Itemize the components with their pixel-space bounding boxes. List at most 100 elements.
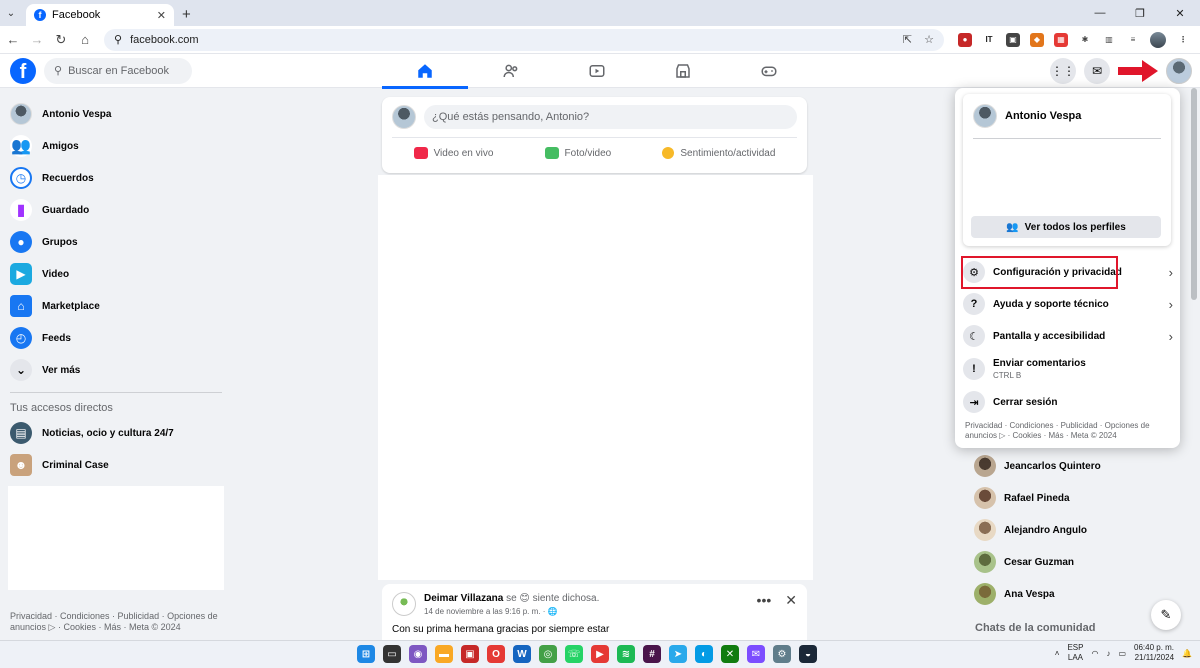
menu-item-help-support[interactable]: ? Ayuda y soporte técnico › <box>963 289 1173 319</box>
browser-tab[interactable]: f Facebook ✕ <box>26 4 174 26</box>
marketplace-icon: ⌂ <box>10 295 32 317</box>
sidebar-item-profile[interactable]: Antonio Vespa <box>0 98 230 130</box>
copilot-icon[interactable]: ◉ <box>409 645 427 663</box>
sidebar-item-memories[interactable]: ◷ Recuerdos <box>0 162 230 194</box>
contact-item[interactable]: Jeancarlos Quintero <box>962 450 1182 482</box>
more-options-icon[interactable]: ••• <box>757 592 772 609</box>
tab-home[interactable] <box>382 54 468 89</box>
tab-marketplace[interactable] <box>640 54 726 88</box>
composer-input[interactable]: ¿Qué estás pensando, Antonio? <box>424 105 797 129</box>
see-all-profiles-button[interactable]: 👥 Ver todos los perfiles <box>971 216 1161 238</box>
messenger-icon[interactable]: ✉ <box>1084 58 1110 84</box>
menu-grid-icon[interactable]: ⋮⋮ <box>1050 58 1076 84</box>
facebook-logo[interactable]: f <box>10 57 36 84</box>
close-window-icon[interactable]: ✕ <box>1160 0 1200 26</box>
new-message-button[interactable]: ✎ <box>1151 600 1181 630</box>
menu-item-display-accessibility[interactable]: ☾ Pantalla y accesibilidad › <box>963 321 1173 351</box>
feeling-button[interactable]: Sentimiento/actividad <box>662 147 775 159</box>
app-icon[interactable]: ▣ <box>461 645 479 663</box>
battery-icon[interactable]: ▭ <box>1118 649 1126 658</box>
menu-item-logout[interactable]: ⇥ Cerrar sesión <box>963 387 1173 417</box>
shortcut-item[interactable]: ☻ Criminal Case <box>0 449 230 481</box>
sidebar-item-saved[interactable]: ▮ Guardado <box>0 194 230 226</box>
post-author[interactable]: Deimar Villazana <box>424 593 503 604</box>
windows-start-icon[interactable]: ⊞ <box>357 645 375 663</box>
menu-item-feedback[interactable]: ! Enviar comentarios CTRL B <box>963 353 1173 385</box>
xbox-icon[interactable]: ✕ <box>721 645 739 663</box>
app-icon[interactable]: W <box>513 645 531 663</box>
language-indicator[interactable]: ESP LAA <box>1067 643 1083 663</box>
settings-icon[interactable]: ⚙ <box>773 645 791 663</box>
contact-item[interactable]: Cesar Guzman <box>962 546 1182 578</box>
wifi-icon[interactable]: ◠ <box>1091 649 1098 658</box>
tab-search-icon[interactable]: ⌄ <box>0 2 22 24</box>
sidebar-item-groups[interactable]: ● Grupos <box>0 226 230 258</box>
metamask-icon[interactable]: ◆ <box>1030 32 1044 47</box>
maximize-icon[interactable]: ❐ <box>1120 0 1160 26</box>
search-input[interactable]: ⚲ Buscar en Facebook <box>44 57 192 84</box>
site-info-icon[interactable]: ⚲ <box>114 33 122 46</box>
side-panel-icon[interactable]: ▥ <box>1102 32 1116 47</box>
browser-profile-avatar[interactable] <box>1150 31 1166 48</box>
menu-item-label: Cerrar sesión <box>993 396 1058 408</box>
install-app-icon[interactable]: ⇱ <box>903 33 912 46</box>
photo-video-button[interactable]: Foto/video <box>544 147 611 159</box>
contact-item[interactable]: Alejandro Angulo <box>962 514 1182 546</box>
shortcut-item[interactable]: ▤ Noticias, ocio y cultura 24/7 <box>0 417 230 449</box>
tab-friends[interactable] <box>468 54 554 88</box>
home-icon[interactable]: ⌂ <box>74 32 96 47</box>
live-video-button[interactable]: Video en vivo <box>413 147 494 159</box>
scrollbar[interactable] <box>1191 88 1197 300</box>
whatsapp-icon[interactable]: ☏ <box>565 645 583 663</box>
browser-menu-icon[interactable]: ⋮ <box>1176 32 1190 47</box>
media-icon[interactable]: ≡ <box>1126 32 1140 47</box>
extension-icon[interactable]: ▦ <box>1054 32 1068 47</box>
reload-icon[interactable]: ↻ <box>50 32 72 48</box>
file-explorer-icon[interactable]: ▬ <box>435 645 453 663</box>
volume-icon[interactable]: ♪ <box>1106 649 1110 658</box>
notifications-icon[interactable]: 🔔 <box>1182 649 1192 658</box>
bookmark-star-icon[interactable]: ☆ <box>924 33 934 46</box>
new-tab-button[interactable]: + <box>182 6 191 23</box>
slack-icon[interactable]: # <box>643 645 661 663</box>
window-controls: — ❐ ✕ <box>1080 0 1200 26</box>
task-view-icon[interactable]: ▭ <box>383 645 401 663</box>
spotify-icon[interactable]: ≋ <box>617 645 635 663</box>
extension-icon[interactable]: ● <box>958 32 972 47</box>
community-chats-heading: Chats de la comunidad <box>975 622 1096 634</box>
sidebar-item-marketplace[interactable]: ⌂ Marketplace <box>0 290 230 322</box>
tab-close-icon[interactable]: ✕ <box>157 9 166 22</box>
tab-gaming[interactable] <box>726 54 812 88</box>
chevron-up-icon[interactable]: ˄ <box>1055 649 1060 658</box>
minimize-icon[interactable]: — <box>1080 0 1120 26</box>
shortcut-hint: CTRL B <box>993 371 1022 380</box>
address-bar[interactable]: ⚲ facebook.com ⇱ ☆ <box>104 28 944 51</box>
divider <box>10 392 222 393</box>
back-icon[interactable]: ← <box>2 32 24 47</box>
extensions-puzzle-icon[interactable]: ✱ <box>1078 32 1092 47</box>
sidebar-item-video[interactable]: ▶ Video <box>0 258 230 290</box>
post-time[interactable]: 14 de noviembre a las 9:16 p. m. · <box>424 607 548 616</box>
contact-item[interactable]: Rafael Pineda <box>962 482 1182 514</box>
account-avatar-button[interactable] <box>1166 58 1192 84</box>
forward-icon[interactable]: → <box>26 32 48 47</box>
sidebar-item-friends[interactable]: 👥 Amigos <box>0 130 230 162</box>
contact-item[interactable]: Ana Vespa <box>962 578 1182 610</box>
chrome-icon[interactable]: ◎ <box>539 645 557 663</box>
extension-icon[interactable]: IT <box>982 32 996 47</box>
action-label: Video en vivo <box>433 147 494 159</box>
clock[interactable]: 06:40 p. m. 21/11/2024 <box>1134 643 1174 663</box>
tab-video[interactable] <box>554 54 640 88</box>
avatar[interactable] <box>392 592 416 616</box>
steam-icon[interactable]: ◒ <box>799 645 817 663</box>
opera-icon[interactable]: O <box>487 645 505 663</box>
sidebar-item-feeds[interactable]: ◴ Feeds <box>0 322 230 354</box>
profile-row[interactable]: Antonio Vespa <box>963 94 1171 128</box>
media-player-icon[interactable]: ▶ <box>591 645 609 663</box>
extension-icon[interactable]: ▣ <box>1006 32 1020 47</box>
telegram-icon[interactable]: ➤ <box>669 645 687 663</box>
app-icon[interactable]: ◐ <box>695 645 713 663</box>
close-icon[interactable]: ✕ <box>785 592 797 609</box>
sidebar-item-see-more[interactable]: ⌄ Ver más <box>0 354 230 386</box>
messenger-icon[interactable]: ✉ <box>747 645 765 663</box>
